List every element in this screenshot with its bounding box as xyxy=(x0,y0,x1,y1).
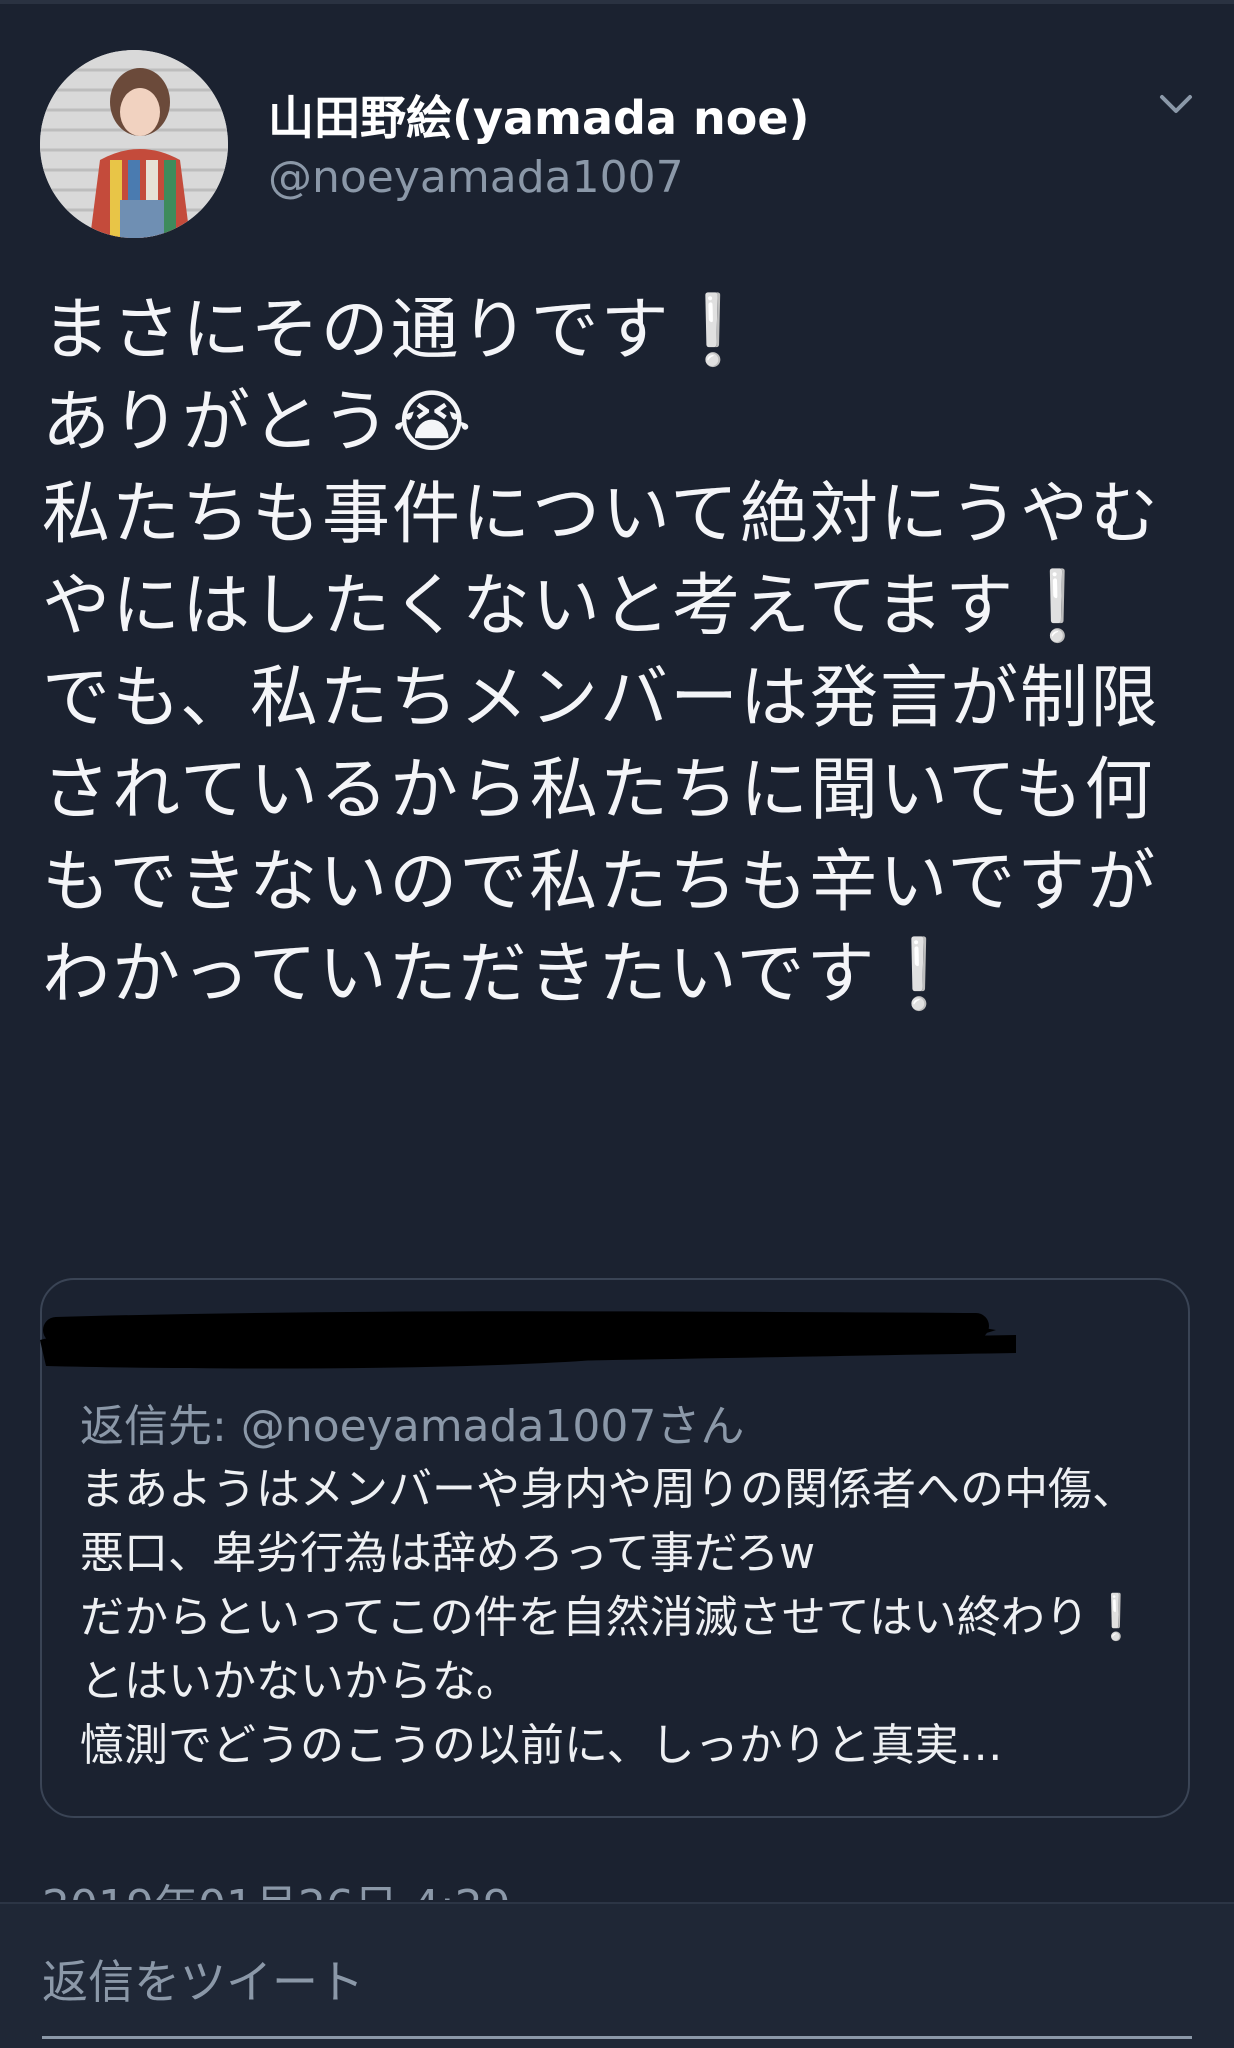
user-handle[interactable]: @noeyamada1007 xyxy=(268,152,684,203)
reply-input-underline xyxy=(42,2036,1192,2039)
tweet-timestamp: 2019年01月26日 4:29 xyxy=(42,1870,511,1900)
quoted-tweet-card[interactable]: 返信先: @noeyamada1007さん まあようはメンバーや身内や周りの関係… xyxy=(40,1278,1190,1818)
display-name[interactable]: 山田野絵(yamada noe) xyxy=(268,82,810,148)
avatar[interactable] xyxy=(40,50,228,238)
reply-bar xyxy=(0,1902,1234,2048)
tweet-text: まさにその通りです❕ ありがとう😭 私たちも事件について絶対にうやむやにはしたく… xyxy=(42,291,1160,1014)
reply-to-label: 返信先: @noeyamada1007さん xyxy=(80,1401,745,1452)
reply-input[interactable] xyxy=(42,1952,1192,2012)
avatar-photo xyxy=(40,50,228,238)
redacted-username-scribble xyxy=(36,1300,1025,1380)
quoted-tweet-text: まあようはメンバーや身内や周りの関係者への中傷、悪口、卑劣行為は辞めろって事だろ… xyxy=(80,1464,1144,1771)
top-edge xyxy=(0,0,1234,4)
chevron-down-icon[interactable] xyxy=(1152,80,1200,128)
